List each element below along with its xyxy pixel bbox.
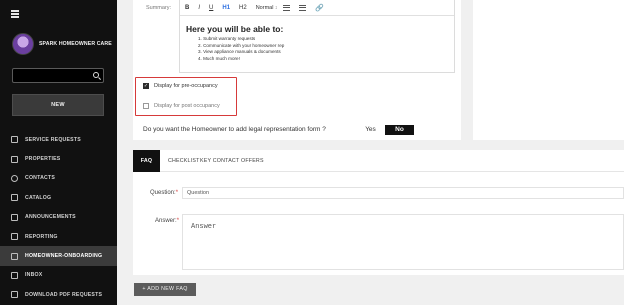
sidebar-item-service-requests[interactable]: SERVICE REQUESTS	[0, 130, 117, 149]
sidebar-item-inbox[interactable]: INBOX	[0, 266, 117, 285]
sidebar-item-label: CATALOG	[25, 194, 52, 201]
sidebar-item-label: ANNOUNCEMENTS	[25, 214, 76, 221]
post-occupancy-checkbox[interactable]	[143, 103, 149, 109]
list-item: 4. Much much more!	[198, 55, 240, 61]
pre-occupancy-option[interactable]: ✓ Display for pre-occupancy	[143, 83, 218, 89]
sidebar-item-label: HOMEOWNER-ONBOARDING	[25, 253, 103, 260]
no-option[interactable]: No	[385, 125, 414, 135]
yes-option[interactable]: Yes	[356, 125, 385, 135]
answer-input[interactable]: Answer	[182, 214, 624, 270]
tab-key-contact[interactable]: KEY CONTACT	[200, 150, 239, 172]
side-card	[473, 0, 624, 140]
sidebar-item-download-pdf-requests[interactable]: DOWNLOAD PDF REQUESTS	[0, 285, 117, 304]
pre-occupancy-checkbox[interactable]: ✓	[143, 83, 149, 89]
summary-editor[interactable]: B I U H1 H2 Normal 🔗 Here you will be ab…	[179, 0, 455, 73]
question-input[interactable]: Question	[182, 187, 624, 199]
sidebar-item-label: CONTACTS	[25, 175, 56, 182]
sidebar-item-homeowner-onboarding[interactable]: HOMEOWNER-ONBOARDING	[0, 246, 117, 266]
search-icon[interactable]	[93, 72, 99, 78]
format-select[interactable]: Normal	[256, 5, 278, 11]
heading1-button[interactable]: H1	[222, 5, 230, 11]
sidebar-item-label: REPORTING	[25, 233, 58, 240]
sidebar-item-label: SERVICE REQUESTS	[25, 136, 81, 143]
legal-toggle[interactable]: Yes No	[356, 125, 414, 135]
answer-label: Answer:*	[155, 218, 180, 224]
download-icon	[11, 291, 18, 299]
tab-checklist[interactable]: CHECKLIST	[168, 150, 200, 172]
editor-toolbar: B I U H1 H2 Normal 🔗	[180, 0, 454, 16]
sidebar-item-label: DOWNLOAD PDF REQUESTS	[25, 291, 103, 298]
sidebar-item-contacts[interactable]: CONTACTS	[0, 169, 117, 188]
add-new-faq-button[interactable]: + ADD NEW FAQ	[134, 283, 196, 296]
link-icon[interactable]: 🔗	[315, 4, 324, 12]
brand: SPARK HOMEOWNER CARE	[12, 33, 112, 55]
megaphone-icon	[11, 213, 18, 221]
underline-button[interactable]: U	[209, 5, 213, 11]
sidebar-item-label: INBOX	[25, 272, 43, 279]
editor-content[interactable]: Here you will be able to: 1. Submit warr…	[180, 16, 454, 62]
brand-name: SPARK HOMEOWNER CARE	[39, 41, 112, 47]
tab-faq[interactable]: FAQ	[133, 150, 160, 172]
catalog-icon	[11, 194, 18, 202]
sidebar-search-input[interactable]	[12, 68, 104, 83]
menu-icon[interactable]	[11, 10, 19, 19]
sidebar-item-announcements[interactable]: ANNOUNCEMENTS	[0, 208, 117, 227]
content-gutter	[117, 0, 133, 305]
post-occupancy-option[interactable]: Display for post occupancy	[143, 103, 220, 109]
tab-offers[interactable]: OFFERS	[241, 150, 264, 172]
pre-occupancy-label: Display for pre-occupancy	[154, 83, 218, 89]
editor-heading: Here you will be able to:	[186, 24, 284, 34]
tabs-bar: FAQ CHECKLIST KEY CONTACT OFFERS	[133, 150, 624, 172]
italic-button[interactable]: I	[198, 5, 200, 11]
ordered-list-icon[interactable]	[283, 4, 291, 11]
chart-icon	[11, 233, 18, 241]
sidebar-item-properties[interactable]: PROPERTIES	[0, 149, 117, 168]
sidebar-item-label: PROPERTIES	[25, 156, 61, 163]
sidebar-item-catalog[interactable]: CATALOG	[0, 188, 117, 207]
editor-list: 1. Submit warranty requests 2. Communica…	[198, 36, 454, 62]
bullet-list-icon[interactable]	[299, 4, 307, 11]
home-icon	[11, 252, 18, 260]
post-occupancy-label: Display for post occupancy	[154, 103, 220, 109]
avatar	[12, 33, 34, 55]
new-button[interactable]: NEW	[12, 94, 104, 116]
wrench-icon	[11, 136, 18, 144]
sidebar: SPARK HOMEOWNER CARE NEW SERVICE REQUEST…	[0, 0, 117, 305]
question-label: Question:*	[150, 190, 179, 196]
inbox-icon	[11, 271, 18, 279]
summary-label: Summary:	[146, 5, 172, 11]
sidebar-item-reporting[interactable]: REPORTING	[0, 227, 117, 246]
sidebar-nav: SERVICE REQUESTS PROPERTIES CONTACTS CAT…	[0, 130, 117, 305]
bold-button[interactable]: B	[185, 5, 189, 11]
contacts-icon	[11, 174, 18, 182]
building-icon	[11, 155, 18, 163]
legal-representation-question: Do you want the Homeowner to add legal r…	[143, 126, 326, 133]
heading2-button[interactable]: H2	[239, 5, 247, 11]
